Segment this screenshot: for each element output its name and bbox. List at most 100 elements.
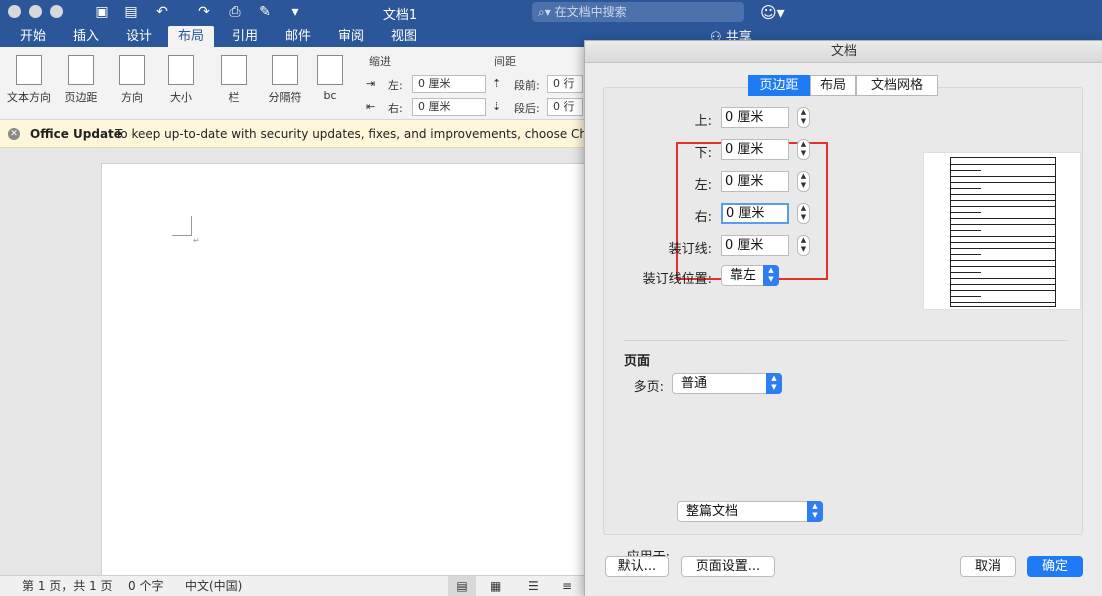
- ok-button[interactable]: 确定: [1027, 556, 1083, 577]
- margins-label: 页边距: [64, 91, 98, 104]
- tab-mailings[interactable]: 邮件: [275, 26, 321, 47]
- spacing-before-icon: ⇡: [492, 77, 502, 90]
- print-layout-view-icon[interactable]: ▤: [448, 576, 476, 596]
- spacing-after-icon: ⇣: [492, 100, 502, 113]
- apply-to-select[interactable]: 整篇文档 ▲ ▼: [677, 501, 823, 522]
- word-count[interactable]: 0 个字: [128, 576, 163, 596]
- search-input[interactable]: ⌕▾ 在文档中搜索: [532, 2, 744, 22]
- update-title: Office Update: [30, 127, 122, 141]
- section-divider: [624, 340, 1068, 341]
- size-label: 大小: [170, 91, 192, 104]
- preview-line: [951, 182, 1055, 183]
- preview-line: [951, 272, 981, 273]
- preview-line: [951, 260, 1055, 261]
- zoom-window-button[interactable]: [50, 5, 63, 18]
- tab-layout[interactable]: 布局: [168, 26, 214, 47]
- tab-view[interactable]: 视图: [381, 26, 427, 47]
- preview-line: [951, 164, 1055, 165]
- gutter-position-select[interactable]: 靠左 ▲ ▼: [721, 265, 779, 286]
- pages-section-title: 页面: [624, 354, 651, 369]
- left-margin-stepper[interactable]: ▲ ▼: [797, 171, 810, 192]
- right-margin-label: 右:: [694, 210, 712, 225]
- bottom-margin-input[interactable]: 0 厘米: [721, 139, 789, 160]
- print-icon[interactable]: ⎙: [226, 3, 244, 21]
- multiple-pages-select[interactable]: 普通 ▲ ▼: [672, 373, 782, 394]
- bottom-margin-label: 下:: [694, 146, 712, 161]
- preview-line: [951, 218, 1055, 219]
- gutter-position-label: 装订线位置:: [642, 272, 712, 287]
- tab-document-grid[interactable]: 文档网格: [856, 75, 938, 96]
- preview-line: [951, 254, 981, 255]
- columns-label: 栏: [228, 91, 240, 104]
- indent-left-input[interactable]: 0 厘米: [412, 75, 486, 93]
- customize-toolbar-icon[interactable]: ▾: [286, 3, 304, 21]
- save-icon[interactable]: ▤: [122, 3, 140, 21]
- feedback-smiley-icon[interactable]: ☺▾: [760, 3, 785, 22]
- columns-button[interactable]: 栏: [214, 55, 254, 105]
- right-margin-stepper[interactable]: ▲ ▼: [797, 203, 810, 224]
- margin-preview: [923, 152, 1081, 310]
- apply-to-value: 整篇文档: [686, 504, 739, 519]
- web-layout-view-icon[interactable]: ▦: [490, 576, 501, 596]
- preview-line: [951, 212, 981, 213]
- gutter-input[interactable]: 0 厘米: [721, 235, 789, 256]
- breaks-button[interactable]: 分隔符: [265, 55, 305, 105]
- preview-line: [951, 248, 1055, 249]
- left-margin-label: 左:: [694, 178, 712, 193]
- tab-review[interactable]: 审阅: [328, 26, 374, 47]
- spacing-before-input[interactable]: 0 行: [547, 75, 583, 93]
- preview-line: [951, 302, 1055, 303]
- minimize-window-button[interactable]: [29, 5, 42, 18]
- tab-design[interactable]: 设计: [116, 26, 162, 47]
- language-indicator[interactable]: 中文(中国): [185, 576, 242, 596]
- page-setup-button[interactable]: 页面设置...: [681, 556, 775, 577]
- right-margin-input[interactable]: 0 厘米: [721, 203, 789, 224]
- tab-margins[interactable]: 页边距: [748, 75, 810, 96]
- close-window-button[interactable]: [8, 5, 21, 18]
- dialog-title: 文档: [585, 41, 1102, 63]
- sidebar-icon[interactable]: ▣: [93, 3, 111, 21]
- orientation-button[interactable]: 方向: [112, 55, 152, 105]
- tab-layout[interactable]: 布局: [810, 75, 856, 96]
- document-page[interactable]: ↵: [101, 163, 601, 583]
- preview-line: [951, 242, 1055, 243]
- update-message: To keep up-to-date with security updates…: [115, 127, 641, 141]
- text-direction-label: 文本方向: [7, 91, 51, 104]
- edit-icon[interactable]: ✎: [256, 3, 274, 21]
- indent-section-title: 缩进: [369, 55, 391, 68]
- outline-view-icon[interactable]: ☰: [528, 576, 539, 596]
- margins-button[interactable]: 页边距: [60, 55, 102, 105]
- preview-line: [951, 296, 981, 297]
- spacing-before-label: 段前:: [514, 79, 540, 92]
- bottom-margin-stepper[interactable]: ▲ ▼: [797, 139, 810, 160]
- redo-icon[interactable]: ↷: [195, 3, 213, 21]
- tab-home[interactable]: 开始: [10, 26, 56, 47]
- default-button[interactable]: 默认...: [605, 556, 669, 577]
- dialog-content-panel: 上: 0 厘米 ▲ ▼ 下: 0 厘米 ▲ ▼ 左: 0 厘米 ▲ ▼ 右: 0 厘米…: [603, 87, 1083, 565]
- cancel-button[interactable]: 取消: [960, 556, 1016, 577]
- margin-corner-mark: [172, 216, 192, 236]
- top-margin-input[interactable]: 0 厘米: [721, 107, 789, 128]
- indent-right-input[interactable]: 0 厘米: [412, 98, 486, 116]
- size-button[interactable]: 大小: [163, 55, 199, 105]
- page-info: 第 1 页，共 1 页: [22, 579, 113, 593]
- page-size-icon: [168, 55, 194, 85]
- left-margin-input[interactable]: 0 厘米: [721, 171, 789, 192]
- draft-view-icon[interactable]: ≡: [562, 576, 572, 596]
- undo-icon[interactable]: ↶: [153, 3, 171, 21]
- gutter-stepper[interactable]: ▲ ▼: [797, 235, 810, 256]
- document-dialog: 文档 上: 0 厘米 ▲ ▼ 下: 0 厘米 ▲ ▼ 左: 0 厘米 ▲ ▼ 右: 0…: [584, 40, 1102, 596]
- text-direction-button[interactable]: 文本方向: [6, 55, 52, 105]
- search-icon: ⌕▾: [538, 5, 555, 19]
- preview-line: [951, 176, 1055, 177]
- hyphenation-button[interactable]: bc: [315, 55, 345, 102]
- tab-references[interactable]: 引用: [222, 26, 268, 47]
- dismiss-update-icon[interactable]: ✕: [8, 128, 20, 140]
- indent-left-label: 左:: [388, 79, 403, 92]
- columns-icon: [221, 55, 247, 85]
- top-margin-stepper[interactable]: ▲ ▼: [797, 107, 810, 128]
- tab-insert[interactable]: 插入: [63, 26, 109, 47]
- indent-left-icon: ⇥: [366, 77, 376, 90]
- hyphenation-label: bc: [323, 89, 337, 102]
- spacing-after-input[interactable]: 0 行: [547, 98, 583, 116]
